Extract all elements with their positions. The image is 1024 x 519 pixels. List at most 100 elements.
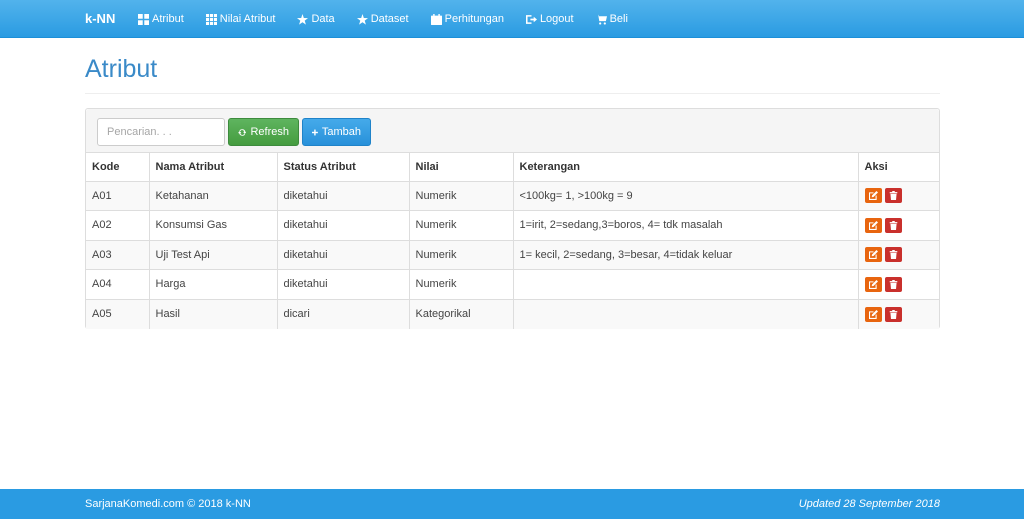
calendar-icon bbox=[430, 13, 442, 25]
cell-aksi bbox=[858, 181, 939, 211]
table-row: A03 Uji Test Api diketahui Numerik 1= ke… bbox=[86, 240, 939, 270]
cell-kode: A04 bbox=[86, 269, 150, 300]
delete-button[interactable] bbox=[884, 306, 902, 322]
edit-button[interactable] bbox=[864, 188, 882, 204]
cart-icon bbox=[595, 14, 607, 25]
nav-item-label: Beli bbox=[609, 12, 628, 25]
logout-icon bbox=[525, 14, 537, 25]
search-input[interactable] bbox=[97, 118, 225, 146]
nav-item-atribut[interactable]: Atribut bbox=[138, 0, 184, 38]
cell-aksi bbox=[858, 299, 939, 329]
cell-keterangan: 1=irit, 2=sedang,3=boros, 4= tdk masalah bbox=[513, 210, 859, 241]
cell-nilai: Numerik bbox=[409, 210, 514, 241]
edit-button[interactable] bbox=[864, 306, 882, 322]
atribut-panel: Refresh Tambah Kode Nama Atribut Status … bbox=[85, 108, 940, 329]
delete-button[interactable] bbox=[884, 276, 902, 292]
nav-item-label: Atribut bbox=[152, 12, 184, 25]
trash-icon bbox=[889, 250, 897, 260]
edit-icon bbox=[868, 279, 878, 289]
cell-keterangan: <100kg= 1, >100kg = 9 bbox=[513, 181, 859, 211]
cell-aksi bbox=[858, 269, 939, 300]
cell-nilai: Numerik bbox=[409, 269, 514, 300]
refresh-icon bbox=[238, 128, 247, 136]
cell-nama-atribut: Hasil bbox=[149, 299, 278, 329]
cell-nilai: Kategorikal bbox=[409, 299, 514, 329]
footer-updated: Updated 28 September 2018 bbox=[798, 498, 940, 510]
brand-logo[interactable]: k-NN bbox=[85, 0, 115, 38]
edit-button[interactable] bbox=[864, 217, 882, 233]
column-header-kode[interactable]: Kode bbox=[86, 153, 150, 182]
cell-kode: A05 bbox=[86, 299, 150, 329]
edit-icon bbox=[868, 191, 878, 201]
star-icon bbox=[297, 13, 309, 25]
footer-copyright: SarjanaKomedi.com © 2018 k-NN bbox=[85, 498, 251, 510]
table-row: A04 Harga diketahui Numerik bbox=[86, 269, 939, 300]
nav-item-dataset[interactable]: Dataset bbox=[356, 0, 409, 38]
atribut-table: Kode Nama Atribut Status Atribut Nilai K… bbox=[86, 153, 939, 329]
column-header-nilai[interactable]: Nilai bbox=[409, 153, 514, 182]
nav-item-perhitungan[interactable]: Perhitungan bbox=[430, 0, 504, 38]
nav-item-label: Data bbox=[311, 12, 335, 25]
cell-status-atribut: dicari bbox=[277, 299, 410, 329]
nav-menu: Atribut Nilai Atribut Data Dataset Perhi… bbox=[138, 0, 650, 38]
table-row: A05 Hasil dicari Kategorikal bbox=[86, 299, 939, 329]
column-header-status-atribut[interactable]: Status Atribut bbox=[277, 153, 410, 182]
cell-nama-atribut: Konsumsi Gas bbox=[149, 210, 278, 241]
page-footer: SarjanaKomedi.com © 2018 k-NN Updated 28… bbox=[0, 489, 1024, 519]
cell-kode: A02 bbox=[86, 210, 150, 241]
table-row: A02 Konsumsi Gas diketahui Numerik 1=iri… bbox=[86, 210, 939, 241]
cell-kode: A01 bbox=[86, 181, 150, 211]
cell-kode: A03 bbox=[86, 240, 150, 270]
table-header-row: Kode Nama Atribut Status Atribut Nilai K… bbox=[86, 153, 939, 182]
column-header-keterangan[interactable]: Keterangan bbox=[513, 153, 859, 182]
th-icon bbox=[205, 13, 217, 25]
nav-item-label: Logout bbox=[539, 12, 574, 25]
cell-nama-atribut: Uji Test Api bbox=[149, 240, 278, 270]
edit-button[interactable] bbox=[864, 247, 882, 263]
page-title: Atribut bbox=[85, 55, 158, 83]
edit-button[interactable] bbox=[864, 276, 882, 292]
nav-item-label: Dataset bbox=[370, 12, 409, 25]
th-large-icon bbox=[138, 13, 149, 25]
nav-item-beli[interactable]: Beli bbox=[595, 0, 628, 38]
nav-item-data[interactable]: Data bbox=[297, 0, 335, 38]
plus-icon bbox=[312, 129, 318, 135]
nav-item-label: Nilai Atribut bbox=[219, 12, 276, 25]
cell-nama-atribut: Harga bbox=[149, 269, 278, 300]
trash-icon bbox=[889, 220, 897, 230]
cell-nilai: Numerik bbox=[409, 240, 514, 270]
nav-item-nilai-atribut[interactable]: Nilai Atribut bbox=[205, 0, 276, 38]
cell-nama-atribut: Ketahanan bbox=[149, 181, 278, 211]
refresh-button-label: Refresh bbox=[250, 126, 289, 138]
star-icon bbox=[356, 13, 368, 25]
edit-icon bbox=[868, 220, 878, 230]
cell-status-atribut: diketahui bbox=[277, 240, 410, 270]
edit-icon bbox=[868, 250, 878, 260]
table-row: A01 Ketahanan diketahui Numerik <100kg= … bbox=[86, 181, 939, 211]
delete-button[interactable] bbox=[884, 247, 902, 263]
trash-icon bbox=[889, 309, 897, 319]
cell-keterangan bbox=[513, 269, 859, 300]
trash-icon bbox=[889, 191, 897, 201]
title-divider bbox=[85, 93, 940, 94]
add-button[interactable]: Tambah bbox=[302, 118, 371, 146]
cell-aksi bbox=[858, 210, 939, 241]
refresh-button[interactable]: Refresh bbox=[228, 118, 299, 146]
column-header-nama-atribut[interactable]: Nama Atribut bbox=[149, 153, 278, 182]
nav-item-label: Perhitungan bbox=[444, 12, 504, 25]
cell-keterangan bbox=[513, 299, 859, 329]
panel-toolbar: Refresh Tambah bbox=[86, 109, 939, 153]
cell-status-atribut: diketahui bbox=[277, 210, 410, 241]
cell-keterangan: 1= kecil, 2=sedang, 3=besar, 4=tidak kel… bbox=[513, 240, 859, 270]
delete-button[interactable] bbox=[884, 188, 902, 204]
nav-item-logout[interactable]: Logout bbox=[525, 0, 574, 38]
cell-aksi bbox=[858, 240, 939, 270]
delete-button[interactable] bbox=[884, 217, 902, 233]
cell-status-atribut: diketahui bbox=[277, 181, 410, 211]
cell-nilai: Numerik bbox=[409, 181, 514, 211]
cell-status-atribut: diketahui bbox=[277, 269, 410, 300]
trash-icon bbox=[889, 279, 897, 289]
top-navbar: k-NN Atribut Nilai Atribut Data Dataset bbox=[0, 0, 1024, 38]
edit-icon bbox=[868, 309, 878, 319]
add-button-label: Tambah bbox=[321, 126, 361, 138]
